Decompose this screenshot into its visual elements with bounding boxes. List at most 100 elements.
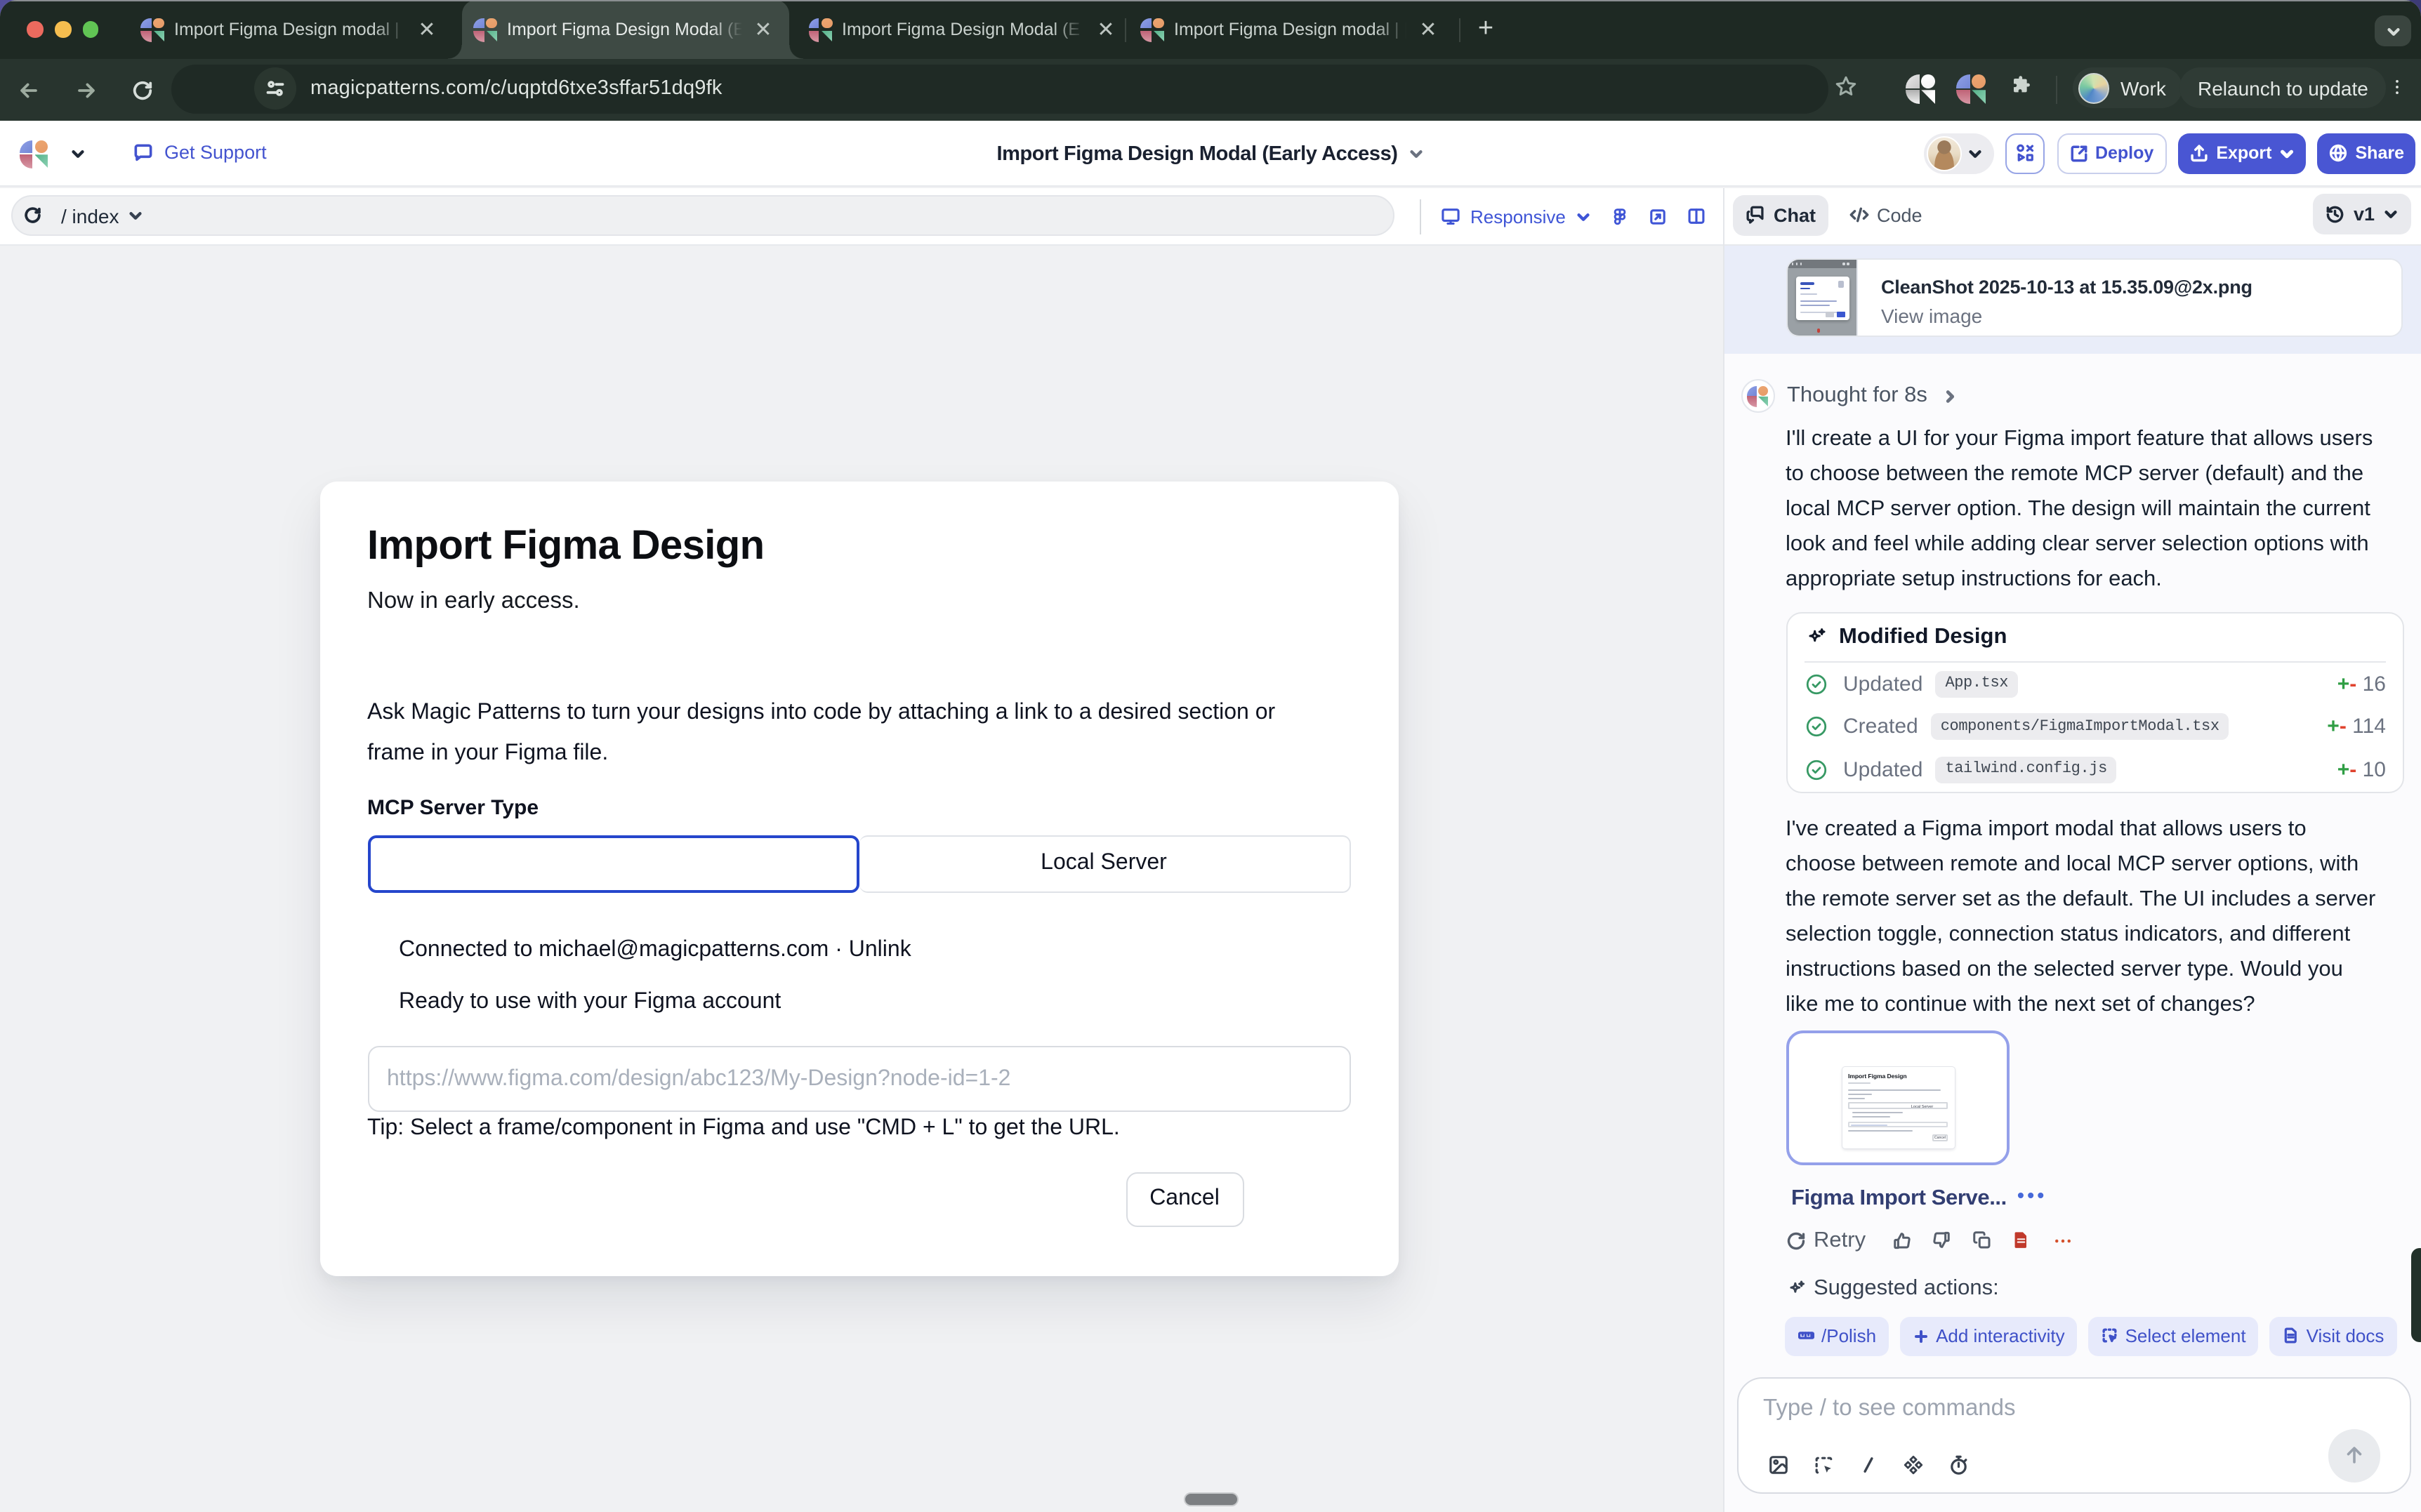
tab-close-icon[interactable]: ✕ bbox=[1417, 17, 1439, 42]
new-tab-button[interactable]: + bbox=[1469, 13, 1503, 46]
user-avatar-chip[interactable] bbox=[1924, 133, 1994, 173]
thumbs-down-button[interactable] bbox=[1930, 1230, 1951, 1251]
tab-title: Import Figma Design modal | bbox=[174, 20, 410, 39]
bookmark-star-icon[interactable] bbox=[1834, 74, 1858, 98]
extension-magicpatterns-icon[interactable] bbox=[1956, 74, 1986, 104]
thumbs-up-button[interactable] bbox=[1891, 1230, 1912, 1251]
tab-chat[interactable]: Chat bbox=[1733, 194, 1828, 235]
file-action: Created bbox=[1843, 715, 1918, 738]
browser-tab-4[interactable]: Import Figma Design modal | | ✕ bbox=[1125, 0, 1446, 59]
tab-close-icon[interactable]: ✕ bbox=[752, 17, 774, 42]
preview-canvas: Import Figma Design Now in early access.… bbox=[0, 245, 1722, 1512]
refresh-route-icon[interactable] bbox=[24, 207, 41, 225]
browser-tab-1[interactable]: Import Figma Design modal | ✕ bbox=[124, 0, 445, 59]
select-element-tool-icon[interactable] bbox=[1813, 1454, 1835, 1476]
file-change-row[interactable]: Updated tailwind.config.js +- 10 bbox=[1804, 750, 2386, 789]
export-chevron-icon bbox=[2279, 146, 2295, 161]
sparkles-icon bbox=[1786, 1278, 1805, 1298]
send-button[interactable] bbox=[2328, 1429, 2380, 1482]
code-icon bbox=[1849, 205, 1868, 225]
tab-code[interactable]: Code bbox=[1845, 194, 1927, 235]
modal-title: Import Figma Design bbox=[367, 523, 764, 569]
tab-search-button[interactable] bbox=[2375, 15, 2411, 46]
window-close-button[interactable] bbox=[27, 21, 43, 37]
share-button[interactable]: Share bbox=[2318, 133, 2416, 173]
chat-panel: CleanShot 2025-10-13 at 15.35.09@2x.png … bbox=[1724, 245, 2421, 1512]
tab-close-icon[interactable]: ✕ bbox=[1095, 17, 1117, 42]
file-change-row[interactable]: Updated App.tsx +- 16 bbox=[1804, 664, 2386, 703]
components-button[interactable] bbox=[2006, 133, 2045, 173]
route-selector[interactable]: / index bbox=[11, 195, 1394, 236]
thought-expand-icon[interactable] bbox=[1943, 388, 1958, 404]
document-button[interactable] bbox=[2010, 1231, 2031, 1251]
components-tool-icon[interactable] bbox=[1902, 1455, 1923, 1476]
diff-count: +- 10 bbox=[2337, 757, 2386, 781]
attach-image-icon[interactable] bbox=[1767, 1455, 1788, 1476]
slash-command-icon[interactable] bbox=[1859, 1457, 1878, 1475]
attachment-filename: CleanShot 2025-10-13 at 15.35.09@2x.png bbox=[1881, 276, 2252, 297]
address-bar[interactable]: magicpatterns.com/c/uqptd6txe3sffar51dq9… bbox=[171, 64, 1828, 113]
artifact-thumbnail[interactable]: Import Figma Design Local Server Cancel bbox=[1786, 1030, 2009, 1165]
extensions-puzzle-icon[interactable] bbox=[2010, 74, 2032, 97]
assistant-avatar bbox=[1741, 379, 1774, 413]
chip-add-interactivity[interactable]: Add interactivity bbox=[1899, 1316, 2078, 1355]
file-change-row[interactable]: Created components/FigmaImportModal.tsx … bbox=[1804, 707, 2386, 746]
remote-server-button[interactable] bbox=[367, 835, 859, 892]
figma-icon[interactable] bbox=[1611, 207, 1629, 225]
deploy-button[interactable]: Deploy bbox=[2057, 133, 2166, 173]
modified-design-header: Modified Design bbox=[1804, 625, 2007, 650]
canvas-drag-handle[interactable] bbox=[1183, 1492, 1238, 1506]
chip-select-element[interactable]: Select element bbox=[2088, 1316, 2259, 1355]
forward-button[interactable] bbox=[74, 78, 98, 102]
open-in-new-icon[interactable] bbox=[1649, 207, 1667, 225]
browser-menu-icon[interactable] bbox=[2387, 77, 2407, 97]
reload-button[interactable] bbox=[132, 79, 153, 100]
retry-button[interactable]: Retry bbox=[1786, 1228, 1866, 1253]
monitor-icon bbox=[1441, 206, 1460, 226]
import-figma-modal: Import Figma Design Now in early access.… bbox=[319, 481, 1398, 1276]
tab-close-icon[interactable]: ✕ bbox=[416, 17, 438, 42]
artifact-link[interactable]: Figma Import Serve... bbox=[1791, 1186, 2007, 1211]
external-link-icon bbox=[2070, 145, 2088, 163]
browser-tab-3[interactable]: Import Figma Design Modal (E ✕ bbox=[789, 0, 1124, 59]
magicpatterns-favicon bbox=[808, 18, 832, 41]
more-actions-button[interactable] bbox=[2053, 1231, 2073, 1250]
shapes-icon bbox=[2016, 144, 2036, 164]
thought-row[interactable]: Thought for 8s bbox=[1741, 379, 1958, 413]
export-button[interactable]: Export bbox=[2178, 133, 2305, 173]
local-server-button[interactable]: Local Server bbox=[859, 835, 1350, 892]
panel-divider bbox=[1722, 187, 1724, 1512]
site-settings-icon[interactable] bbox=[254, 67, 296, 110]
window-zoom-button[interactable] bbox=[82, 21, 98, 37]
connection-status[interactable]: Connected to michael@magicpatterns.com ·… bbox=[399, 937, 911, 962]
chip-polish[interactable]: /Polish bbox=[1784, 1316, 1889, 1355]
split-view-icon[interactable] bbox=[1687, 206, 1706, 226]
version-button[interactable]: v1 bbox=[2314, 194, 2411, 234]
profile-chip[interactable]: Work bbox=[2073, 67, 2183, 108]
back-button[interactable] bbox=[17, 78, 41, 102]
attachment-card[interactable]: CleanShot 2025-10-13 at 15.35.09@2x.png … bbox=[1786, 258, 2403, 336]
extension-magicpatterns-gray-icon[interactable] bbox=[1906, 74, 1935, 104]
cancel-button[interactable]: Cancel bbox=[1126, 1172, 1244, 1227]
chat-input[interactable]: Type / to see commands bbox=[1736, 1377, 2411, 1493]
suggested-actions-label: Suggested actions: bbox=[1814, 1275, 1999, 1301]
copy-button[interactable] bbox=[1971, 1230, 1992, 1251]
responsive-selector[interactable]: Responsive bbox=[1441, 206, 1591, 227]
file-action: Updated bbox=[1843, 757, 1922, 781]
artifact-menu-icon[interactable]: ••• bbox=[2017, 1183, 2047, 1205]
avatar-chevron-icon bbox=[1967, 146, 1983, 161]
plus-icon bbox=[1912, 1327, 1929, 1344]
window-minimize-button[interactable] bbox=[55, 21, 71, 37]
browser-tab-2-active[interactable]: Import Figma Design Modal (E ✕ bbox=[462, 0, 789, 59]
artifact-preview-button: Local Server bbox=[1898, 1103, 1946, 1110]
figma-url-input[interactable]: https://www.figma.com/design/abc123/My-D… bbox=[367, 1046, 1350, 1112]
browser-toolbar: magicpatterns.com/c/uqptd6txe3sffar51dq9… bbox=[0, 59, 2421, 121]
modal-subtitle: Now in early access. bbox=[367, 588, 580, 614]
history-timer-icon[interactable] bbox=[1948, 1454, 1970, 1476]
chip-visit-docs[interactable]: Visit docs bbox=[2269, 1316, 2397, 1355]
relaunch-button[interactable]: Relaunch to update bbox=[2179, 67, 2387, 108]
tab-bar: Import Figma Design modal | ✕ Import Fig… bbox=[0, 0, 2421, 59]
chat-icon bbox=[1746, 205, 1765, 225]
suggested-actions-label-row: Suggested actions: bbox=[1786, 1275, 1999, 1301]
attachment-view-link[interactable]: View image bbox=[1881, 304, 1982, 326]
